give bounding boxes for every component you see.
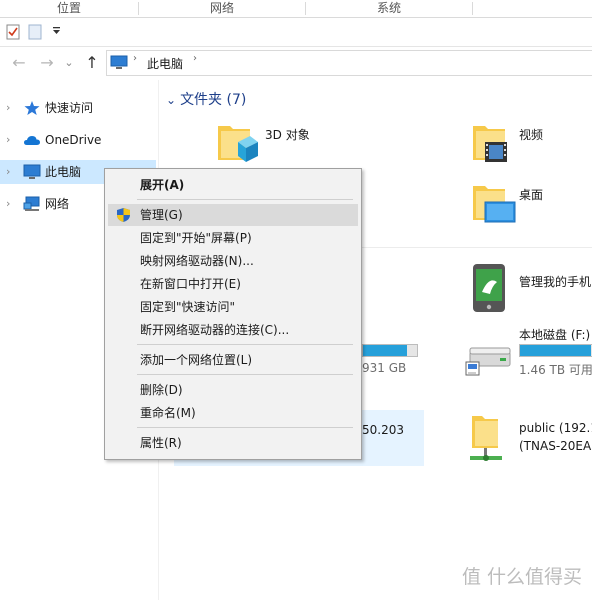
address-chevron-icon[interactable]: › — [193, 53, 197, 64]
menu-item-open-new-window[interactable]: 在新窗口中打开(E) — [108, 273, 358, 295]
menu-separator — [137, 427, 353, 428]
folder-3d-objects-icon[interactable] — [216, 120, 260, 166]
sidebar-item-label: 此电脑 — [45, 165, 82, 179]
public-share-line2[interactable]: (TNAS-20EA) — [519, 439, 592, 453]
ribbon-group-system: 系统 — [376, 1, 401, 15]
menu-item-pin-start[interactable]: 固定到"开始"屏幕(P) — [108, 227, 358, 249]
section-divider — [362, 247, 592, 248]
menu-item-delete[interactable]: 删除(D) — [108, 379, 358, 401]
network-icon — [23, 196, 41, 212]
menu-separator — [137, 199, 353, 200]
sidebar-item-label: OneDrive — [45, 133, 102, 147]
phone-app-icon[interactable] — [470, 262, 508, 314]
folders-header-label: 文件夹 (7) — [180, 92, 247, 108]
address-segment-this-pc[interactable]: 此电脑 — [147, 55, 183, 72]
menu-item-expand[interactable]: 展开(A) — [108, 174, 358, 196]
menu-separator — [137, 374, 353, 375]
disk-free-space: 931 GB — [362, 361, 407, 375]
menu-item-map-drive[interactable]: 映射网络驱动器(N)... — [108, 250, 358, 272]
hard-drive-icon[interactable] — [464, 344, 514, 378]
watermark: 值 什么值得买 — [461, 566, 582, 588]
expand-chevron-icon[interactable]: › — [6, 128, 10, 152]
expand-chevron-icon[interactable]: › — [6, 96, 10, 120]
folder-desktop-icon[interactable] — [471, 180, 517, 226]
recent-locations-chevron-icon[interactable]: ⌄ — [59, 53, 79, 73]
quick-access-toolbar — [0, 18, 592, 47]
folders-section-header[interactable]: ⌄ 文件夹 (7) — [166, 88, 246, 112]
address-bar[interactable]: › 此电脑 › — [106, 50, 592, 76]
new-folder-icon[interactable] — [28, 24, 42, 43]
disk-f-usage-bar — [519, 344, 592, 357]
sidebar-item-quick-access[interactable]: › 快速访问 — [0, 96, 156, 120]
item-phone-label[interactable]: 管理我的手机 — [519, 273, 591, 290]
expand-chevron-icon[interactable]: › — [6, 160, 10, 184]
menu-item-manage[interactable]: 管理(G) — [108, 204, 358, 226]
ribbon-group-location: 位置 — [56, 1, 81, 15]
ribbon-group-network: 网络 — [209, 1, 234, 15]
forward-button[interactable]: → — [37, 53, 57, 73]
navigation-bar: ← → ⌄ ↑ › 此电脑 › — [0, 47, 592, 79]
this-pc-icon — [110, 55, 128, 73]
public-share-line1[interactable]: public (192.1 — [519, 421, 592, 435]
menu-item-pin-quick-access[interactable]: 固定到"快速访问" — [108, 296, 358, 318]
sidebar-item-label: 快速访问 — [45, 101, 94, 115]
collapse-chevron-icon[interactable]: ⌄ — [166, 93, 176, 107]
context-menu: 展开(A) 管理(G) 固定到"开始"屏幕(P) 映射网络驱动器(N)... 在… — [104, 168, 362, 460]
menu-item-disconnect-drive[interactable]: 断开网络驱动器的连接(C)... — [108, 319, 358, 341]
network-location-label[interactable]: 50.203 — [362, 423, 404, 437]
properties-icon[interactable] — [6, 24, 20, 43]
network-share-icon[interactable] — [466, 412, 510, 466]
cloud-icon — [23, 132, 41, 148]
ribbon-separator — [472, 2, 473, 15]
ribbon-group-bar: 位置 网络 系统 — [0, 0, 592, 18]
disk-usage-bar — [362, 344, 418, 357]
customize-toolbar-icon[interactable] — [52, 25, 62, 39]
back-button[interactable]: ← — [9, 53, 29, 73]
computer-icon — [23, 164, 41, 180]
menu-separator — [137, 344, 353, 345]
address-chevron-icon[interactable]: › — [133, 53, 137, 64]
item-videos-label[interactable]: 视频 — [519, 126, 543, 143]
menu-item-properties[interactable]: 属性(R) — [108, 432, 358, 454]
expand-chevron-icon[interactable]: › — [6, 192, 10, 216]
sidebar-item-onedrive[interactable]: › OneDrive — [0, 128, 156, 152]
item-local-disk-f-label[interactable]: 本地磁盘 (F:) — [519, 326, 590, 343]
star-icon — [23, 100, 41, 116]
up-button[interactable]: ↑ — [82, 53, 102, 73]
menu-item-add-network-location[interactable]: 添加一个网络位置(L) — [108, 349, 358, 371]
sidebar-item-label: 网络 — [45, 197, 70, 211]
disk-usage-fill — [363, 345, 408, 356]
disk-f-free-space: 1.46 TB 可用 — [519, 363, 592, 377]
item-desktop-label[interactable]: 桌面 — [519, 186, 543, 203]
folder-videos-icon[interactable] — [471, 120, 515, 166]
disk-f-usage-fill — [520, 345, 591, 356]
menu-item-rename[interactable]: 重命名(M) — [108, 402, 358, 424]
item-3d-objects-label[interactable]: 3D 对象 — [265, 126, 310, 143]
